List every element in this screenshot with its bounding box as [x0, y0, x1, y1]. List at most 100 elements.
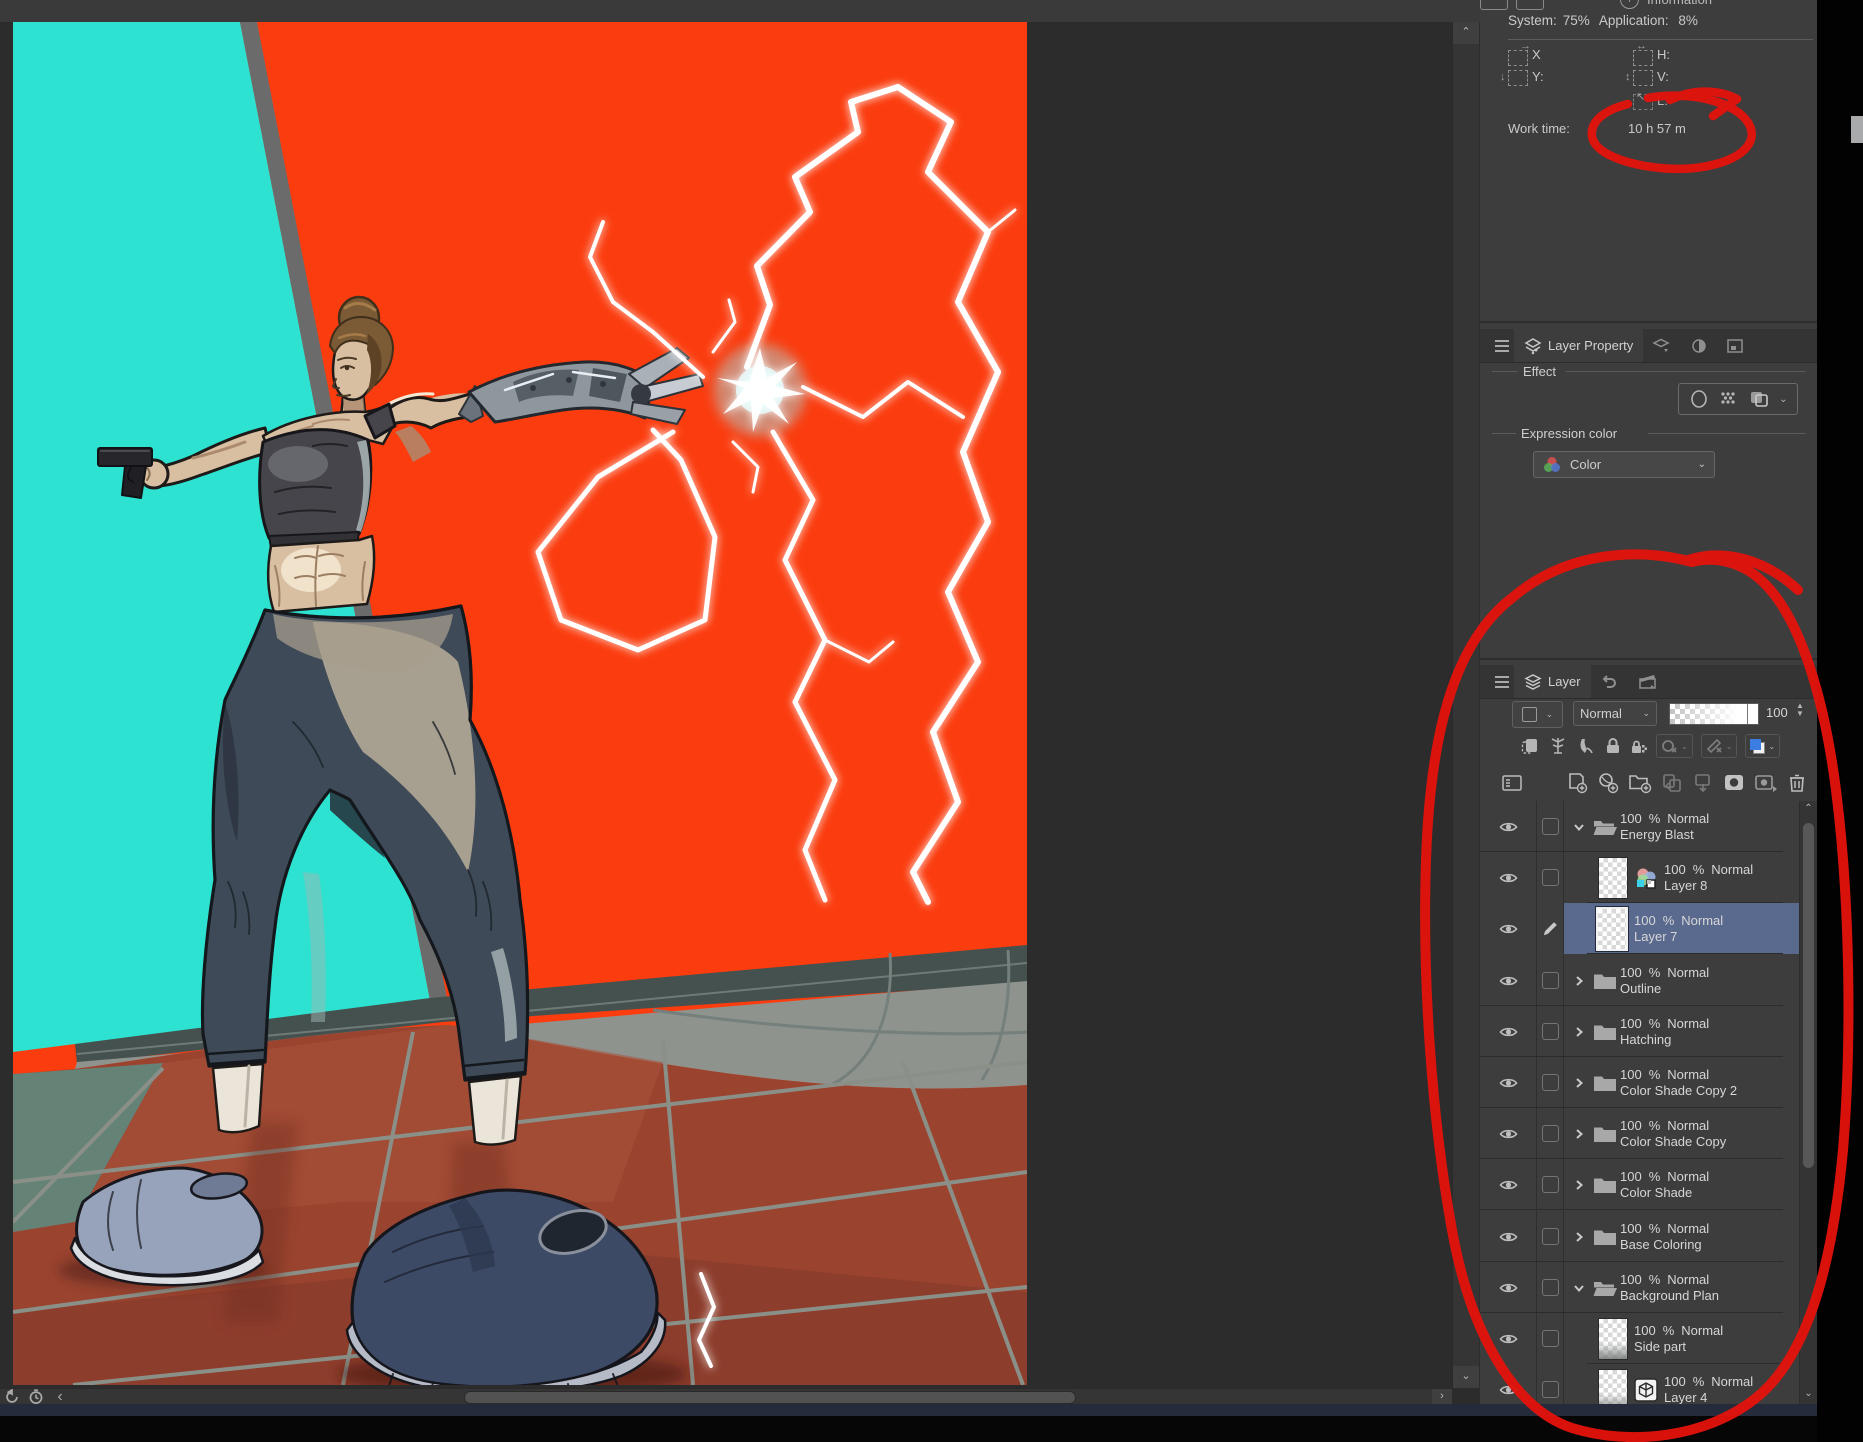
layer-row[interactable]: 100%Normal Hatching — [1480, 1006, 1800, 1057]
reference-layer-icon[interactable] — [1548, 736, 1568, 756]
merge-to-lower-layer-icon[interactable] — [1692, 772, 1714, 794]
layer-row[interactable]: 100%Normal Side part — [1480, 1313, 1800, 1364]
ruler-settings-button[interactable]: ⌄ — [1701, 734, 1738, 758]
visibility-toggle[interactable] — [1480, 1159, 1537, 1210]
panel-menu-icon[interactable] — [1490, 329, 1514, 362]
chevron-right-icon[interactable] — [1572, 1127, 1586, 1141]
layer-list-view-icon[interactable] — [1502, 774, 1522, 792]
layer-name[interactable]: Color Shade — [1620, 1185, 1709, 1201]
layer-name[interactable]: Color Shade Copy — [1620, 1134, 1726, 1150]
visibility-toggle[interactable] — [1480, 1313, 1537, 1364]
new-raster-layer-icon[interactable] — [1566, 772, 1588, 794]
opacity-slider-handle[interactable] — [1747, 704, 1751, 724]
layer-checkbox[interactable] — [1542, 1074, 1559, 1091]
reset-rotation-icon[interactable] — [2, 1389, 22, 1405]
visibility-toggle[interactable] — [1480, 955, 1537, 1006]
canvas-vertical-scrollbar[interactable]: ⌃ ⌄ — [1452, 22, 1479, 1388]
layer-panel-menu-icon[interactable] — [1490, 665, 1514, 698]
scroll-right-button[interactable]: › — [1432, 1389, 1452, 1405]
layer-name[interactable]: Background Plan — [1620, 1288, 1719, 1304]
delete-layer-icon[interactable] — [1787, 772, 1807, 794]
new-vector-layer-icon[interactable] — [1597, 772, 1619, 794]
tone-effect-icon[interactable] — [1718, 389, 1738, 409]
layer-color-effect-icon[interactable] — [1748, 389, 1770, 409]
layer-row[interactable]: 100%Normal Color Shade — [1480, 1159, 1800, 1210]
clip-to-layer-below-icon[interactable] — [1520, 736, 1540, 756]
tab-brush-size[interactable] — [1717, 329, 1753, 362]
chevron-right-icon[interactable] — [1572, 1076, 1586, 1090]
layer-row[interactable]: 100%Normal Color Shade Copy — [1480, 1108, 1800, 1159]
layer-scroll-up-button[interactable]: ⌃ — [1800, 801, 1817, 819]
chevron-right-icon[interactable] — [1572, 1025, 1586, 1039]
chevron-right-icon[interactable] — [1572, 974, 1586, 988]
chevron-right-icon[interactable] — [1572, 1178, 1586, 1192]
transfer-to-lower-layer-icon[interactable] — [1661, 772, 1683, 794]
visibility-toggle[interactable] — [1480, 852, 1537, 903]
visibility-toggle[interactable] — [1480, 903, 1537, 954]
layer-thumbnail[interactable] — [1598, 857, 1628, 899]
layer-scroll-thumb[interactable] — [1803, 823, 1814, 1168]
layer-row[interactable]: 100%Normal Base Coloring — [1480, 1211, 1800, 1262]
apply-mask-icon[interactable] — [1754, 772, 1778, 794]
blend-mode-dropdown[interactable]: Normal ⌄ — [1573, 701, 1657, 726]
layer-name[interactable]: Energy Blast — [1620, 827, 1709, 843]
layer-row[interactable]: 100%Normal Background Plan — [1480, 1262, 1800, 1313]
layer-checkbox[interactable] — [1542, 1279, 1559, 1296]
layer-name[interactable]: Hatching — [1620, 1032, 1709, 1048]
layer-thumbnail[interactable] — [1596, 907, 1628, 951]
tab-timeline[interactable] — [1629, 665, 1667, 698]
border-effect-icon[interactable] — [1689, 389, 1709, 409]
opacity-stepper[interactable]: ▲▼ — [1796, 702, 1804, 718]
toolbar-button-icon[interactable] — [1480, 0, 1508, 10]
layer-thumbnail[interactable] — [1598, 1318, 1628, 1360]
scroll-up-button[interactable]: ⌃ — [1453, 22, 1479, 44]
layer-checkbox[interactable] — [1542, 1176, 1559, 1193]
opacity-slider[interactable] — [1669, 703, 1759, 725]
chevron-down-icon[interactable] — [1572, 820, 1586, 834]
timelapse-icon[interactable] — [26, 1389, 46, 1405]
layer-name[interactable]: Base Coloring — [1620, 1237, 1709, 1253]
layer-name[interactable]: Layer 8 — [1664, 878, 1753, 894]
create-layer-mask-icon[interactable] — [1723, 772, 1745, 794]
layer-checkbox[interactable] — [1542, 1330, 1559, 1347]
new-folder-icon[interactable] — [1628, 772, 1652, 794]
visibility-toggle[interactable] — [1480, 1057, 1537, 1108]
layer-checkbox[interactable] — [1542, 869, 1559, 886]
layer-name[interactable]: Layer 7 — [1634, 929, 1723, 945]
tab-layer-property[interactable]: Layer Property — [1514, 329, 1643, 362]
canvas-horizontal-scrollbar[interactable]: ‹ › — [0, 1388, 1452, 1405]
layer-name[interactable]: Layer 4 — [1664, 1390, 1753, 1405]
layer-list-scrollbar[interactable]: ⌃ ⌄ — [1799, 801, 1817, 1404]
layer-checkbox[interactable] — [1542, 1023, 1559, 1040]
draft-layer-icon[interactable] — [1576, 736, 1596, 756]
layer-checkbox[interactable] — [1542, 972, 1559, 989]
visibility-toggle[interactable] — [1480, 1262, 1537, 1313]
layer-checkbox[interactable] — [1542, 1125, 1559, 1142]
enable-mask-button[interactable]: ⌄ — [1656, 734, 1693, 758]
palette-color-dropdown[interactable]: ⌄ — [1512, 701, 1563, 728]
tab-layer[interactable]: Layer — [1514, 665, 1591, 698]
layer-thumbnail[interactable] — [1598, 1369, 1628, 1405]
visibility-toggle[interactable] — [1480, 801, 1537, 852]
visibility-toggle[interactable] — [1480, 1211, 1537, 1262]
tab-layer-search[interactable] — [1643, 329, 1681, 362]
layer-scroll-down-button[interactable]: ⌄ — [1800, 1386, 1817, 1404]
layer-color-button[interactable]: ⌄ — [1745, 734, 1780, 758]
layer-row[interactable]: 100%Normal Color Shade Copy 2 — [1480, 1057, 1800, 1108]
visibility-toggle[interactable] — [1480, 1006, 1537, 1057]
layer-name[interactable]: Color Shade Copy 2 — [1620, 1083, 1737, 1099]
layer-row[interactable]: 100%Normal Energy Blast — [1480, 801, 1800, 852]
canvas-document[interactable] — [13, 22, 1027, 1385]
layer-row[interactable]: 100%Normal Layer 4 — [1480, 1364, 1800, 1404]
effect-dropdown-chevron[interactable]: ⌄ — [1779, 394, 1787, 405]
layer-row[interactable]: 100%Normal Layer 8 — [1480, 852, 1800, 903]
expression-color-dropdown[interactable]: Color ⌄ — [1533, 451, 1715, 478]
layer-checkbox[interactable] — [1542, 818, 1559, 835]
scroll-left-button[interactable]: ‹ — [50, 1389, 70, 1405]
toolbar-button-icon[interactable] — [1516, 0, 1544, 10]
chevron-down-icon[interactable] — [1572, 1281, 1586, 1295]
layer-row[interactable]: 100%Normal Layer 7 — [1480, 903, 1800, 954]
lock-transparent-pixels-icon[interactable] — [1630, 736, 1648, 756]
horizontal-scroll-thumb[interactable] — [464, 1391, 1076, 1404]
layer-checkbox[interactable] — [1542, 1228, 1559, 1245]
